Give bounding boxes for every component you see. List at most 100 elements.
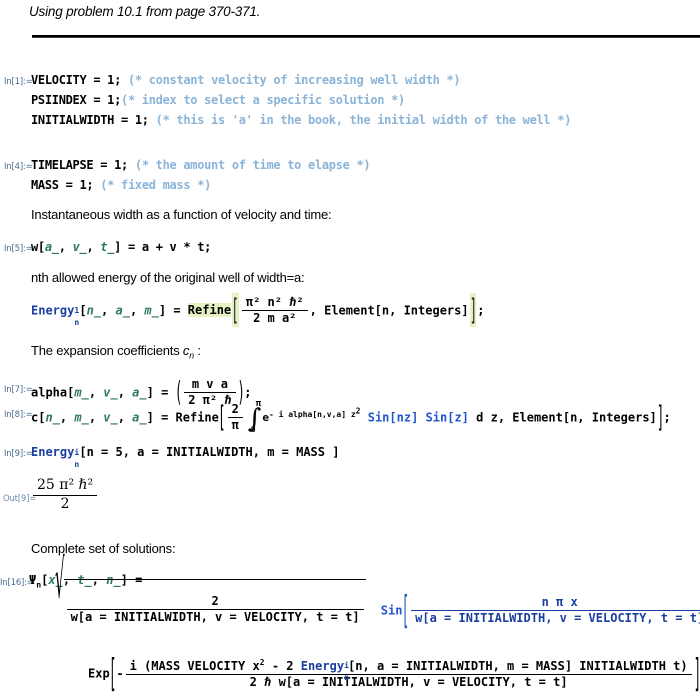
alpha-arg-m: m_	[74, 385, 89, 400]
c-prefactor-fraction: 2π	[227, 402, 243, 433]
psi-sin-label: Sin	[380, 603, 403, 618]
energy-numerator: π² n² ℏ²	[241, 295, 308, 312]
w-tail: ] = a + v * t;	[114, 240, 212, 254]
code-line-psiindex[interactable]: PSIINDEX = 1;(* index to select a specif…	[31, 93, 405, 107]
psi-sin-fraction: n π x w[a = INITIALWIDTH, v = VELOCITY, t…	[411, 595, 700, 626]
prose-expansion-post: :	[193, 343, 201, 358]
psi-exp-fraction: i (MASS VELOCITY x2 - 2 Energy i n [n, a = …	[125, 657, 692, 690]
psi-sqrt-fraction: 2 w[a = INITIALWIDTH, v = VELOCITY, t = t…	[66, 594, 364, 625]
psi-exp-numerator: i (MASS VELOCITY x2 - 2 Energy i n [n, a = …	[125, 657, 692, 682]
psi-exp-open-bracket: [	[110, 651, 116, 696]
c-condition: Element[n, Integers]	[512, 410, 657, 425]
psi-exp-num-b: - 2	[264, 659, 301, 673]
alpha-assign: ] =	[146, 385, 169, 400]
energy-equals: =	[173, 303, 181, 318]
integrand-sin-nz: Sin[nz]	[367, 410, 419, 425]
notebook-page: Using problem 10.1 from page 370-371. In…	[0, 0, 700, 700]
in-label-5[interactable]: In[5]:=	[4, 244, 33, 254]
energy-fraction: π² n² ℏ² 2 m a²	[241, 295, 308, 326]
code-mass-assign: MASS = 1;	[31, 178, 94, 192]
integrand-exponential: e- i alpha[n,v,a] z2	[262, 406, 361, 425]
output-energy-value: 25 π² ℏ² 2	[31, 477, 99, 512]
code-line-initialwidth[interactable]: INITIALWIDTH = 1; (* this is 'a' in the …	[31, 113, 571, 127]
code-timelapse-assign: TIMELAPSE = 1;	[31, 158, 128, 172]
psi-exp-energy: Energy	[300, 659, 345, 673]
prose-nth-energy: nth allowed energy of the original well …	[31, 270, 305, 285]
psi-body-exponential: Exp[- i (MASS VELOCITY x2 - 2 Energy i n [n,…	[88, 651, 700, 696]
page-title: Using problem 10.1 from page 370-371.	[29, 4, 261, 19]
prose-instantaneous-width: Instantaneous width as a function of vel…	[31, 207, 332, 222]
energy-arg-m: m_	[144, 303, 159, 318]
psi-sin-denominator: w[a = INITIALWIDTH, v = VELOCITY, t = t]	[415, 611, 700, 626]
c-arg-m: m_	[74, 410, 89, 425]
code-line-velocity[interactable]: VELOCITY = 1; (* constant velocity of in…	[31, 73, 461, 87]
comment-initialwidth: (* this is 'a' in the book, the initial …	[155, 113, 572, 127]
code-line-psi-header[interactable]: Ψn[x_, t_, n_] =	[29, 573, 142, 589]
energy-open-bracket: [	[79, 303, 87, 318]
prose-complete-solutions: Complete set of solutions:	[31, 541, 176, 556]
integral-upper-limit: π	[255, 398, 262, 409]
c-arg-a: a_	[132, 410, 147, 425]
in-label-8[interactable]: In[8]:=	[4, 410, 33, 420]
out9-denominator: 2	[60, 495, 70, 512]
energy-eval-symbol: Energy	[31, 445, 75, 459]
c-prefactor-numerator: 2	[227, 402, 243, 419]
integral-differential: d z	[476, 410, 498, 425]
comment-velocity: (* constant velocity of increasing well …	[127, 73, 461, 87]
c-refine-close-bracket: ]	[657, 400, 663, 435]
refine-keyword: Refine	[187, 303, 232, 318]
psi-sin-numerator: n π x	[411, 595, 700, 612]
psi-arg-t: t_	[77, 573, 92, 587]
code-line-w-definition[interactable]: w[a_, v_, t_] = a + v * t;	[31, 240, 211, 254]
w-arg-v: v_	[72, 240, 87, 254]
horizontal-divider	[32, 35, 700, 38]
comment-psiindex: (* index to select a specific solution *…	[121, 93, 405, 107]
psi-exp-num-a: (MASS VELOCITY x	[144, 659, 260, 673]
energy-terminator: ;	[477, 303, 485, 318]
energy-denominator: 2 m a²	[253, 311, 297, 326]
code-line-energy-definition[interactable]: Energy 1 n [n_, a_, m_] = Refine[π² n² ℏ² 2 …	[31, 293, 485, 328]
c-arg-n: n_	[45, 410, 60, 425]
psi-exp-minus: -	[116, 666, 124, 681]
c-arg-v: v_	[103, 410, 118, 425]
alpha-arg-v: v_	[103, 385, 118, 400]
code-line-mass[interactable]: MASS = 1; (* fixed mass *)	[31, 178, 211, 192]
psi-exp-denominator: 2 ℏ w[a = INITIALWIDTH, v = VELOCITY, t …	[249, 675, 568, 690]
c-refine-open-bracket: [	[219, 400, 225, 435]
c-prefactor-denominator: π	[231, 418, 239, 433]
code-line-c-definition[interactable]: c[n_, m_, v_, a_] = Refine[2 π ∫ π 0 e- i alp…	[31, 398, 671, 435]
radical-overbar	[64, 579, 366, 580]
prose-expansion-coefficients: The expansion coefficients cn :	[31, 343, 201, 361]
code-line-timelapse[interactable]: TIMELAPSE = 1; (* the amount of time to …	[31, 158, 371, 172]
w-arg-a: a_	[44, 240, 59, 254]
w-arg-t: t_	[100, 240, 115, 254]
comment-mass: (* fixed mass *)	[100, 178, 212, 192]
comment-timelapse: (* the amount of time to elapse *)	[134, 158, 371, 172]
psi-close: ] =	[120, 573, 143, 587]
psi-exp-label: Exp	[88, 666, 110, 681]
in-label-7[interactable]: In[7]:=	[4, 385, 33, 395]
refine-close-bracket: ]	[469, 293, 477, 328]
code-initialwidth-assign: INITIALWIDTH = 1;	[31, 113, 149, 127]
refine-open-bracket: [	[232, 293, 239, 328]
energy-condition: Element[n, Integers]	[324, 303, 469, 318]
energy-arg-a: a_	[115, 303, 130, 318]
energy-close-bracket: ]	[158, 303, 167, 318]
in-label-4[interactable]: In[4]:=	[4, 162, 33, 172]
integrand-sin-z: Sin[z]	[425, 410, 469, 425]
energy-symbol: Energy	[31, 303, 75, 318]
out9-fraction: 25 π² ℏ² 2	[33, 477, 98, 512]
alpha-name: alpha[	[31, 385, 75, 400]
w-head: w[	[31, 240, 45, 254]
code-psiindex-assign: PSIINDEX = 1;	[31, 93, 122, 107]
psi-body-sqrt-sin: √ 2 w[a = INITIALWIDTH, v = VELOCITY, t = …	[55, 548, 700, 633]
out9-numerator: 25 π² ℏ²	[33, 477, 98, 496]
energy-arg-n: n_	[86, 303, 102, 318]
code-line-energy-eval[interactable]: Energy i n [n = 5, a = INITIALWIDTH, m = MA…	[31, 445, 339, 469]
prose-expansion-pre: The expansion coefficients	[31, 343, 183, 358]
in-label-9[interactable]: In[9]:=	[4, 449, 33, 459]
psi-arg-n: n_	[106, 573, 121, 587]
in-label-1[interactable]: In[1]:=	[4, 77, 33, 87]
alpha-numerator: m v a	[184, 377, 236, 394]
c-terminator: ;	[663, 410, 671, 425]
